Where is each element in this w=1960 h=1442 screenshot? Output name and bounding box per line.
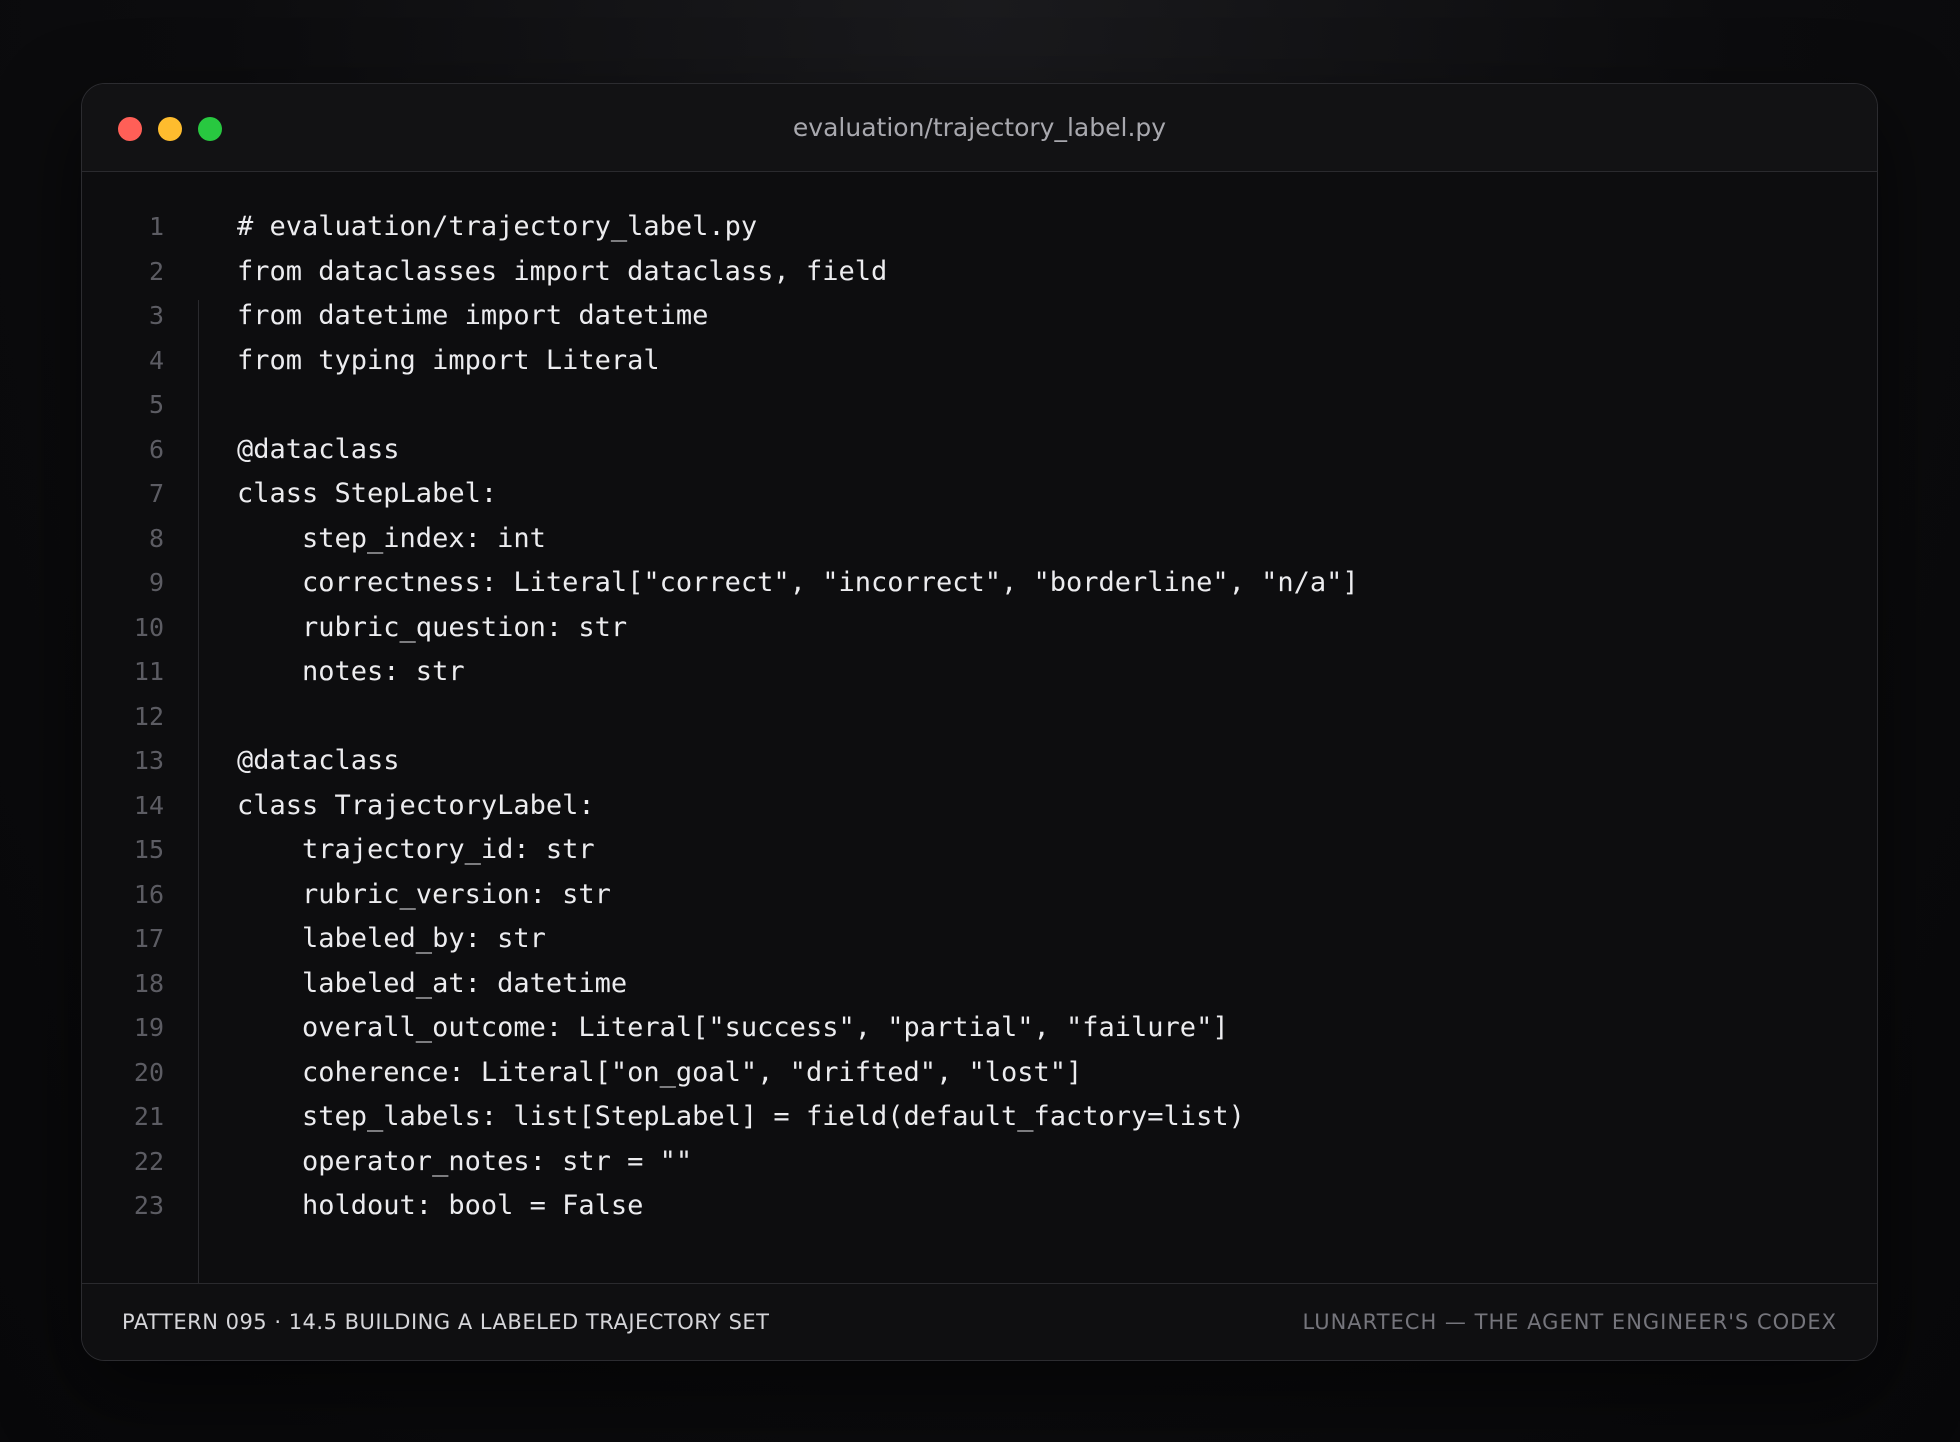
line-number: 2 (148, 256, 164, 286)
line-number: 22 (133, 1146, 164, 1176)
line-number: 5 (148, 390, 164, 419)
code-text: labeled_at: datetime (237, 967, 628, 999)
code-line: 7 class StepLabel: (82, 472, 1782, 516)
code-line: 23 holdout: bool = False (82, 1184, 1782, 1228)
code-line: 14 class TrajectoryLabel: (82, 784, 1782, 828)
code-text: step_labels: list[StepLabel] = field(def… (237, 1101, 1245, 1132)
footer-bar: PATTERN 095 · 14.5 BUILDING A LABELED TR… (82, 1283, 1877, 1360)
code-window: evaluation/trajectory_label.py 1 # evalua… (81, 83, 1878, 1361)
code-text: class StepLabel: (237, 478, 498, 509)
code-text: rubric_question: str (237, 611, 628, 643)
line-number: 19 (133, 1013, 164, 1042)
line-number: 17 (133, 924, 164, 953)
line-number: 15 (133, 835, 164, 864)
code-line: 8 step_index: int (82, 517, 1782, 561)
code-line: 11 notes: str (82, 650, 1782, 694)
code-line: 15 trajectory_id: str (82, 828, 1782, 872)
line-number: 12 (133, 701, 164, 731)
line-number: 20 (133, 1057, 164, 1087)
line-number: 21 (133, 1102, 164, 1131)
code-line: 19 overall_outcome: Literal["success", "… (82, 1006, 1782, 1050)
code-text: holdout: bool = False (237, 1190, 644, 1221)
pattern-caption: PATTERN 095 · 14.5 BUILDING A LABELED TR… (122, 1310, 770, 1334)
code-text: @dataclass (237, 745, 400, 776)
code-text: overall_outcome: Literal["success", "par… (237, 1012, 1229, 1043)
code-line: 5 (82, 383, 1782, 427)
code-text: from dataclasses import dataclass, field (237, 255, 888, 287)
code-text: # evaluation/trajectory_label.py (237, 211, 758, 242)
line-number: 23 (133, 1191, 164, 1220)
line-number: 16 (133, 879, 164, 909)
code-line: 12 (82, 695, 1782, 739)
code-line: 13 @dataclass (82, 739, 1782, 783)
code-line: 6 @dataclass (82, 428, 1782, 472)
code-text: from datetime import datetime (237, 300, 709, 331)
code-text: step_index: int (237, 522, 546, 554)
code-line: 4 from typing import Literal (82, 339, 1782, 383)
code-line: 21 step_labels: list[StepLabel] = field(… (82, 1095, 1782, 1139)
code-line: 22 operator_notes: str = "" (82, 1140, 1782, 1184)
code-line: 20 coherence: Literal["on_goal", "drifte… (82, 1051, 1782, 1095)
code-text: labeled_by: str (237, 923, 546, 954)
line-number: 18 (133, 968, 164, 998)
line-number: 8 (148, 523, 164, 553)
line-number: 13 (133, 746, 164, 775)
code-line: 10 rubric_question: str (82, 606, 1782, 650)
code-line: 3 from datetime import datetime (82, 294, 1782, 338)
title-bar: evaluation/trajectory_label.py (82, 84, 1877, 172)
code-text: trajectory_id: str (237, 834, 595, 865)
line-number: 7 (148, 479, 164, 508)
code-text: class TrajectoryLabel: (237, 789, 595, 821)
code-text: operator_notes: str = "" (237, 1145, 693, 1177)
code-text: correctness: Literal["correct", "incorre… (237, 567, 1359, 598)
line-number: 14 (133, 790, 164, 820)
window-title: evaluation/trajectory_label.py (792, 113, 1167, 142)
code-line: 18 labeled_at: datetime (82, 962, 1782, 1006)
code-text: @dataclass (237, 433, 400, 465)
code-line: 2 from dataclasses import dataclass, fiel… (82, 250, 1782, 294)
line-number: 4 (148, 345, 164, 375)
code-line: 17 labeled_by: str (82, 917, 1782, 961)
code-editor: 1 # evaluation/trajectory_label.py 2 from d… (82, 172, 1877, 1360)
code-line: 1 # evaluation/trajectory_label.py (82, 205, 1782, 249)
code-text: coherence: Literal["on_goal", "drifted",… (237, 1056, 1083, 1088)
line-number: 3 (148, 301, 164, 330)
code-text: notes: str (237, 656, 465, 687)
code-line: 9 correctness: Literal["correct", "incor… (82, 561, 1782, 605)
line-number: 1 (148, 212, 164, 241)
line-number: 9 (148, 568, 164, 597)
line-number: 10 (133, 612, 164, 642)
line-number: 11 (133, 657, 164, 686)
line-number: 6 (148, 434, 164, 464)
code-text: from typing import Literal (237, 344, 660, 376)
publisher-caption: LUNARTECH — THE AGENT ENGINEER'S CODEX (1302, 1310, 1837, 1334)
code-text: rubric_version: str (237, 878, 611, 910)
code-line: 16 rubric_version: str (82, 873, 1782, 917)
